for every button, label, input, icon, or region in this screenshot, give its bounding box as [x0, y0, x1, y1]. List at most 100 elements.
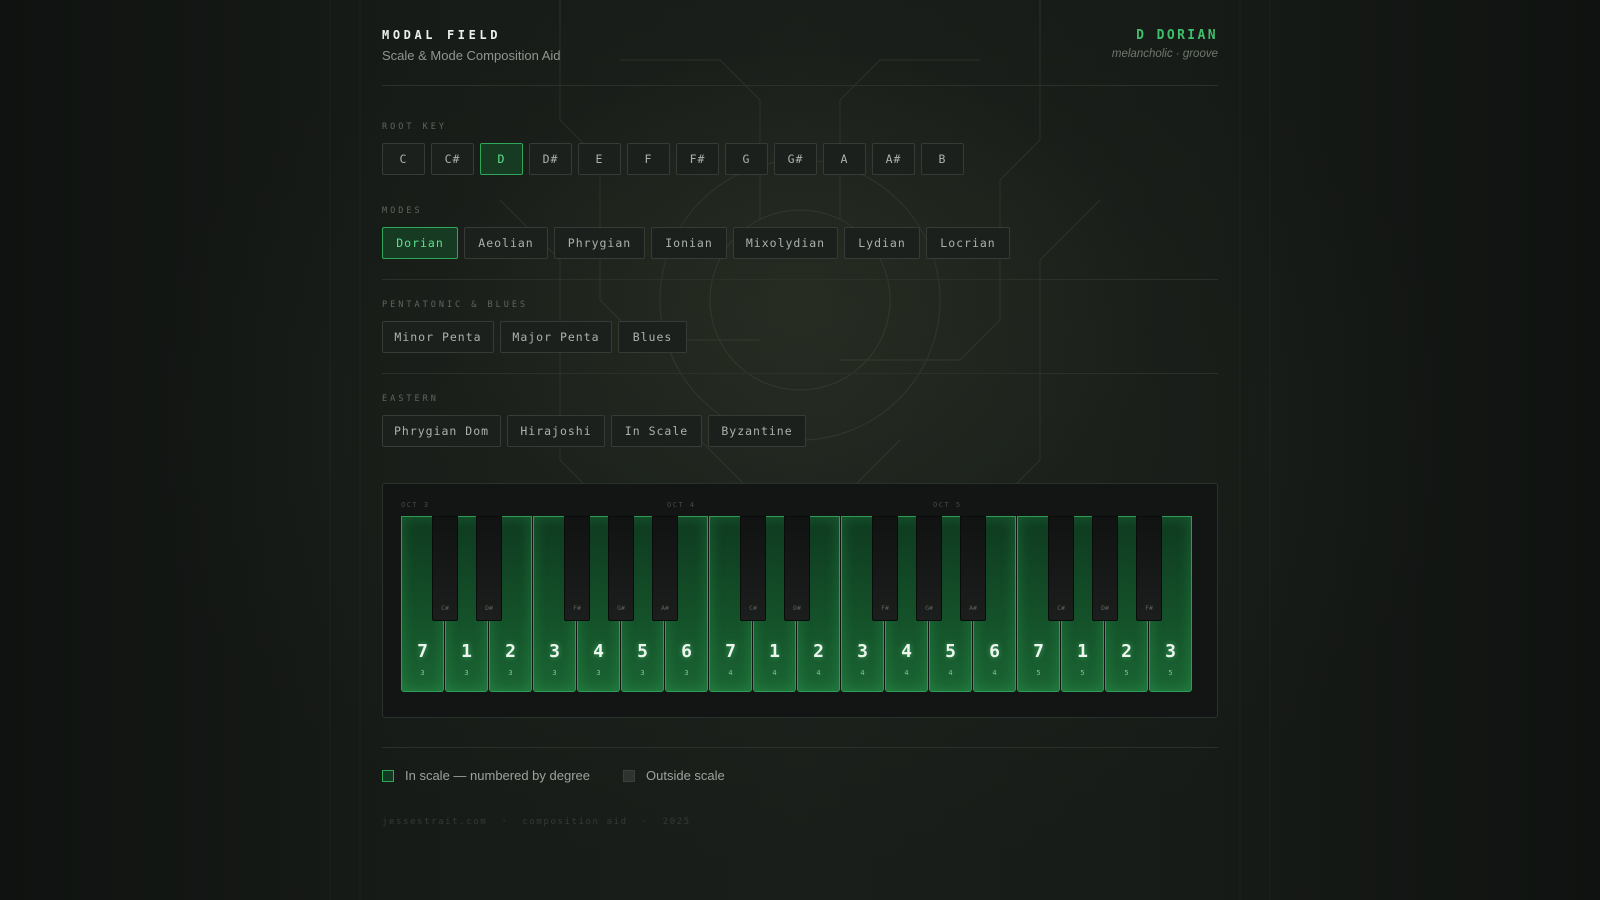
scale-degree-label: 7	[1033, 641, 1044, 662]
black-key-note-label: A#	[661, 604, 669, 612]
root-key-c[interactable]: C	[382, 143, 425, 175]
octave-number-label: 5	[1080, 669, 1085, 677]
root-key-a-sharp[interactable]: A#	[872, 143, 915, 175]
black-key-note-label: D#	[1101, 604, 1109, 612]
root-key-d-sharp[interactable]: D#	[529, 143, 572, 175]
octave-number-label: 5	[1036, 669, 1041, 677]
modes-selector: Dorian Aeolian Phrygian Ionian Mixolydia…	[382, 227, 1016, 259]
divider	[382, 747, 1218, 748]
divider	[382, 279, 1218, 280]
piano-black-key[interactable]: C#	[740, 516, 766, 621]
octave-number-label: 4	[728, 669, 733, 677]
octave-number-label: 4	[992, 669, 997, 677]
black-key-note-label: C#	[749, 604, 757, 612]
piano-black-key[interactable]: D#	[476, 516, 502, 621]
black-key-note-label: F#	[1145, 604, 1153, 612]
outside-scale-legend-text: Outside scale	[646, 768, 725, 783]
piano-black-key[interactable]: A#	[960, 516, 986, 621]
scale-degree-label: 1	[1077, 641, 1088, 662]
piano-black-key[interactable]: D#	[784, 516, 810, 621]
major-penta-button[interactable]: Major Penta	[500, 321, 612, 353]
circuit-background-pattern	[329, 0, 1271, 900]
octave-number-label: 5	[1124, 669, 1129, 677]
black-key-note-label: D#	[485, 604, 493, 612]
current-scale-name: D DORIAN	[1136, 28, 1218, 43]
byzantine-button[interactable]: Byzantine	[708, 415, 806, 447]
octave-number-label: 3	[464, 669, 469, 677]
root-key-g[interactable]: G	[725, 143, 768, 175]
in-scale-swatch	[382, 769, 394, 782]
piano-black-key[interactable]: C#	[432, 516, 458, 621]
octave-label: OCT 4	[667, 501, 696, 509]
mode-phrygian-button[interactable]: Phrygian	[554, 227, 645, 259]
octave-number-label: 4	[904, 669, 909, 677]
eastern-selector: Phrygian Dom Hirajoshi In Scale Byzantin…	[382, 415, 812, 447]
root-key-e[interactable]: E	[578, 143, 621, 175]
octave-number-label: 5	[1168, 669, 1173, 677]
header: MODAL FIELD Scale & Mode Composition Aid…	[382, 26, 1218, 86]
pentatonic-selector: Minor Penta Major Penta Blues	[382, 321, 693, 353]
octave-label: OCT 3	[401, 501, 430, 509]
scale-degree-label: 6	[989, 641, 1000, 662]
divider	[382, 85, 1218, 86]
mode-lydian-button[interactable]: Lydian	[844, 227, 920, 259]
root-key-f-sharp[interactable]: F#	[676, 143, 719, 175]
black-key-note-label: C#	[441, 604, 449, 612]
scale-degree-label: 7	[725, 641, 736, 662]
piano-black-key[interactable]: A#	[652, 516, 678, 621]
octave-number-label: 4	[772, 669, 777, 677]
root-key-d[interactable]: D	[480, 143, 523, 175]
outside-scale-swatch	[623, 769, 635, 782]
piano-black-key[interactable]: D#	[1092, 516, 1118, 621]
black-key-note-label: A#	[969, 604, 977, 612]
scale-degree-label: 4	[593, 641, 604, 662]
scale-degree-label: 7	[417, 641, 428, 662]
mode-dorian-button[interactable]: Dorian	[382, 227, 458, 259]
app-subtitle: Scale & Mode Composition Aid	[382, 48, 561, 63]
phrygian-dom-button[interactable]: Phrygian Dom	[382, 415, 501, 447]
piano-keyboard: 7 3 1 3 2 3 3 3 4 3 5 3 6 3 7 4 1 4 2 4 3 4 4 4 5 4 6 4 7 5 1 5 2 5 3 5 C# D#…	[401, 516, 1201, 692]
root-key-c-sharp[interactable]: C#	[431, 143, 474, 175]
piano-panel: OCT 3 OCT 4 OCT 5 7 3 1 3 2 3 3 3 4 3 5 3 6 3 7 4 1 4 2 4 3 4…	[382, 483, 1218, 718]
app-title: MODAL FIELD	[382, 28, 502, 42]
piano-black-key[interactable]: G#	[916, 516, 942, 621]
piano-black-key[interactable]: F#	[1136, 516, 1162, 621]
black-key-note-label: F#	[573, 604, 581, 612]
scale-degree-label: 2	[505, 641, 516, 662]
minor-penta-button[interactable]: Minor Penta	[382, 321, 494, 353]
scale-degree-label: 5	[945, 641, 956, 662]
in-scale-legend-text: In scale — numbered by degree	[405, 768, 590, 783]
octave-number-label: 3	[552, 669, 557, 677]
mode-ionian-button[interactable]: Ionian	[651, 227, 727, 259]
modes-label: MODES	[382, 206, 423, 216]
pentatonic-label: PENTATONIC & BLUES	[382, 300, 529, 310]
mode-locrian-button[interactable]: Locrian	[926, 227, 1010, 259]
black-key-note-label: C#	[1057, 604, 1065, 612]
root-key-a[interactable]: A	[823, 143, 866, 175]
hirajoshi-button[interactable]: Hirajoshi	[507, 415, 605, 447]
blues-button[interactable]: Blues	[618, 321, 687, 353]
mode-aeolian-button[interactable]: Aeolian	[464, 227, 548, 259]
piano-black-key[interactable]: F#	[872, 516, 898, 621]
piano-black-key[interactable]: G#	[608, 516, 634, 621]
black-key-note-label: D#	[793, 604, 801, 612]
octave-number-label: 3	[640, 669, 645, 677]
scale-degree-label: 1	[461, 641, 472, 662]
octave-number-label: 3	[684, 669, 689, 677]
black-key-note-label: F#	[881, 604, 889, 612]
footer-text: jessestrait.com · composition aid · 2025	[382, 817, 691, 827]
root-key-g-sharp[interactable]: G#	[774, 143, 817, 175]
piano-black-key[interactable]: C#	[1048, 516, 1074, 621]
mode-mixolydian-button[interactable]: Mixolydian	[733, 227, 838, 259]
piano-black-key[interactable]: F#	[564, 516, 590, 621]
black-key-note-label: G#	[617, 604, 625, 612]
scale-degree-label: 6	[681, 641, 692, 662]
scale-degree-label: 3	[1165, 641, 1176, 662]
scale-degree-label: 1	[769, 641, 780, 662]
legend: In scale — numbered by degree Outside sc…	[382, 768, 725, 783]
root-key-f[interactable]: F	[627, 143, 670, 175]
in-scale-button[interactable]: In Scale	[611, 415, 702, 447]
divider	[382, 373, 1218, 374]
scale-degree-label: 4	[901, 641, 912, 662]
root-key-b[interactable]: B	[921, 143, 964, 175]
